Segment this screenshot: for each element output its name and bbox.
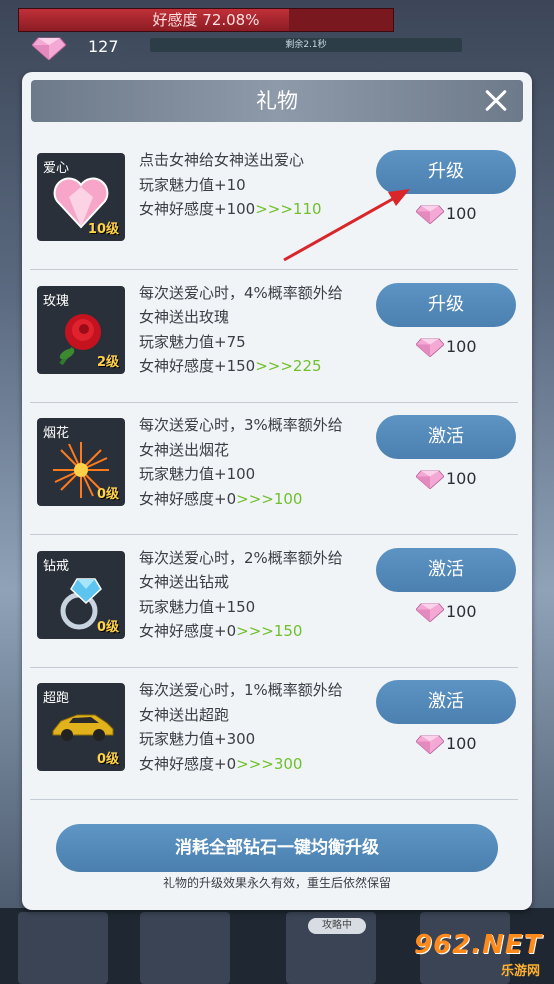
gift-thumbnail: 超跑 0级 [37, 683, 125, 771]
gift-desc-line: 每次送爱心时，4%概率额外给 [139, 283, 343, 302]
row-divider [30, 799, 518, 800]
cost-amount: 100 [446, 204, 477, 223]
favor-base: 女神好感度+100 [139, 200, 256, 218]
favor-next: >>>225 [255, 357, 322, 375]
favor-text: 好感度 72.08% [152, 11, 260, 29]
gift-desc-line: 女神送出玫瑰 [139, 308, 230, 326]
gift-name: 钻戒 [43, 558, 70, 574]
favor-next: >>>110 [255, 200, 322, 218]
upgrade-note: 礼物的升级效果永久有效，重生后依然保留 [162, 876, 391, 890]
watermark-bottom: 乐游网 [500, 964, 540, 979]
activate-button[interactable]: 激活 [376, 415, 516, 459]
gift-desc-line: 玩家魅力值+10 [139, 175, 246, 194]
favor-base: 女神好感度+0 [139, 489, 237, 508]
gift-level: 2级 [96, 354, 119, 370]
gift-favor-line: 女神好感度+100>>>110 [139, 197, 379, 222]
gift-name: 超跑 [43, 691, 70, 706]
gift-description: 每次送爱心时，1%概率额外给 女神送出超跑玩家魅力值+300 女神好感度+0>>>… [139, 678, 379, 776]
gift-desc-line: 每次送爱心时，3%概率额外给 [139, 416, 343, 434]
gift-desc-line: 点击女神给女神送出爱心 [139, 151, 305, 169]
gem-icon [416, 470, 444, 489]
gift-level: 10级 [87, 222, 119, 237]
background-card [140, 912, 230, 984]
favor-next: >>>150 [236, 622, 303, 640]
close-button[interactable] [481, 86, 511, 116]
gift-description: 每次送爱心时，2%概率额外给 女神送出钻戒玩家魅力值+150 女神好感度+0>>>… [139, 546, 379, 644]
background-card [18, 912, 108, 984]
gift-level: 0级 [96, 487, 119, 502]
favor-base: 女神好感度+0 [139, 754, 237, 773]
gem-icon [416, 337, 444, 357]
gift-description: 每次送爱心时，3%概率额外给 女神送出烟花玩家魅力值+100 女神好感度+0>>>… [139, 413, 379, 511]
favor-base: 女神好感度+0 [139, 622, 237, 640]
gift-description: 点击女神给女神送出爱心 玩家魅力值+10 女神好感度+100>>>110 [139, 148, 379, 222]
watermark-logo: 962.NET 乐游网 [414, 930, 546, 980]
activate-button[interactable]: 激活 [376, 680, 516, 724]
favor-bar: 好感度 72.08% [18, 8, 394, 32]
gift-thumbnail: 爱心 10级 [37, 153, 125, 241]
gift-description: 每次送爱心时，4%概率额外给 女神送出玫瑰 玩家魅力值+75 女神好感度+150>>… [139, 281, 379, 379]
gift-desc-line: 玩家魅力值+75 [139, 332, 246, 351]
gift-name: 烟花 [43, 426, 70, 441]
gift-favor-line: 女神好感度+150>>>225 [139, 354, 379, 379]
favor-base: 女神好感度+150 [139, 357, 256, 375]
gift-level: 0级 [96, 619, 119, 635]
gift-thumbnail: 钻戒 0级 [37, 550, 125, 639]
gem-balance: 127 [28, 34, 148, 60]
gift-row: 钻戒 0级 每次送爱心时，2%概率额外给 女神送出钻戒玩家魅力值+150 女神好感… [30, 536, 518, 668]
gem-count: 127 [88, 37, 119, 56]
gift-name: 爱心 [43, 161, 70, 176]
gift-desc-line: 玩家魅力值+150 [139, 597, 256, 616]
watermark-top: 962.NET [414, 930, 543, 960]
gift-desc-line: 每次送爱心时，1%概率额外给 [139, 681, 343, 699]
gift-desc-line: 玩家魅力值+300 [139, 730, 256, 748]
gift-level: 0级 [96, 752, 119, 767]
gift-desc-line: 每次送爱心时，2%概率额外给 [139, 548, 343, 567]
gift-favor-line: 女神好感度+0>>>300 [139, 752, 379, 777]
gift-favor-line: 女神好感度+0>>>100 [139, 487, 379, 512]
cost-amount: 100 [446, 469, 477, 488]
activate-button[interactable]: 激活 [376, 547, 516, 592]
favor-next: >>>300 [236, 754, 303, 773]
gift-desc-line: 女神送出烟花 [139, 440, 230, 459]
gift-row: 玫瑰 2级 每次送爱心时，4%概率额外给 女神送出玫瑰 玩家魅力值+75 女神好感度… [30, 271, 518, 403]
gift-row: 爱心 10级 点击女神给女神送出爱心 玩家魅力值+10 女神好感度+100>>>1… [30, 138, 518, 270]
upgrade-button[interactable]: 升级 [376, 150, 516, 194]
gift-desc-line: 女神送出钻戒 [139, 573, 230, 591]
balance-upgrade-button[interactable]: 消耗全部钻石一键均衡升级 [56, 824, 498, 872]
timer-bar: 剩余2.1秒 [150, 38, 462, 52]
gift-row: 烟花 0级 每次送爱心时，3%概率额外给 女神送出烟花玩家魅力值+100 女神好感… [30, 403, 518, 535]
gift-desc-line: 女神送出超跑 [139, 705, 230, 724]
gift-desc-line: 玩家魅力值+100 [139, 465, 256, 483]
background-status-tag: 攻略中 [308, 918, 366, 934]
gem-icon [416, 205, 444, 224]
cost-amount: 100 [446, 601, 477, 621]
dialog-title: 礼物 [256, 89, 298, 113]
upgrade-button[interactable]: 升级 [376, 282, 516, 327]
timer-text: 剩余2.1秒 [285, 40, 327, 50]
dialog-header: 礼物 [31, 80, 523, 122]
gem-icon [416, 735, 444, 754]
gem-icon [416, 602, 444, 622]
favor-next: >>>100 [236, 489, 303, 508]
gift-dialog: 礼物 爱心 10级 点击女神给女神送出爱心 玩家魅力值+10 女神好感度+100>… [22, 72, 532, 910]
cost-amount: 100 [446, 734, 477, 753]
cost-amount: 100 [446, 336, 477, 356]
gift-row: 超跑 0级 每次送爱心时，1%概率额外给 女神送出超跑玩家魅力值+300 女神好感… [30, 668, 518, 800]
gift-thumbnail: 玫瑰 2级 [37, 285, 125, 374]
gift-thumbnail: 烟花 0级 [37, 418, 125, 506]
gift-name: 玫瑰 [43, 293, 70, 309]
gem-icon [32, 37, 66, 60]
gift-favor-line: 女神好感度+0>>>150 [139, 619, 379, 644]
